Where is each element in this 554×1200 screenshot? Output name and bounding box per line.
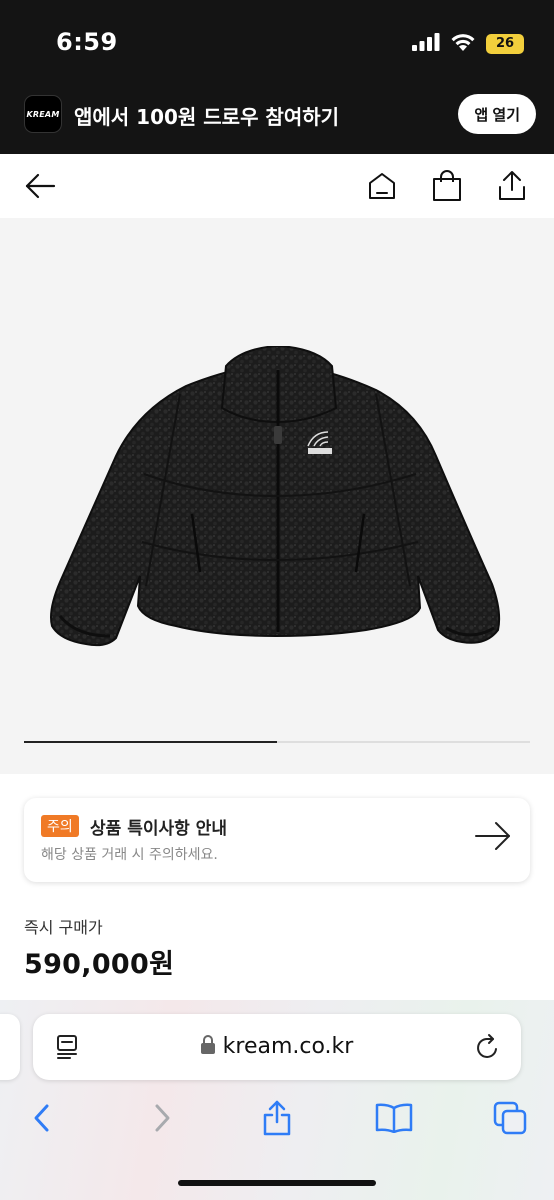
shopping-bag-icon[interactable] <box>429 168 465 204</box>
notice-title: 상품 특이사항 안내 <box>90 819 227 839</box>
carousel-indicator-fill <box>24 741 277 743</box>
back-icon[interactable] <box>20 1096 64 1140</box>
tabs-icon[interactable] <box>488 1096 532 1140</box>
status-time: 6:59 <box>56 28 118 56</box>
notice-card[interactable]: 주의 상품 특이사항 안내 해당 상품 거래 시 주의하세요. <box>24 798 530 882</box>
browser-share-icon[interactable] <box>255 1096 299 1140</box>
carousel-indicator <box>24 741 530 743</box>
open-app-button[interactable]: 앱 열기 <box>458 94 536 134</box>
bookmarks-icon[interactable] <box>372 1096 416 1140</box>
warning-badge: 주의 <box>41 815 79 837</box>
kream-logo: KREAM <box>24 95 62 133</box>
signal-icon <box>412 32 440 55</box>
back-arrow-icon[interactable] <box>22 168 58 204</box>
nav-bar <box>0 154 554 218</box>
status-icons: 26 <box>412 32 524 55</box>
product-image-carousel[interactable] <box>0 218 554 774</box>
browser-toolbar <box>0 1096 554 1140</box>
browser-bottom-bar: kream.co.kr <box>0 1000 554 1200</box>
status-bar: 6:59 26 <box>0 0 554 74</box>
notice-subtitle: 해당 상품 거래 시 주의하세요. <box>41 847 218 863</box>
logo-text: KREAM <box>26 109 60 119</box>
arrow-right-icon[interactable] <box>474 820 512 856</box>
price-value: 590,000원 <box>24 949 175 980</box>
share-icon[interactable] <box>494 168 530 204</box>
app-install-banner: KREAM 앱에서 100원 드로우 참여하기 앱 열기 <box>0 74 554 154</box>
wifi-icon <box>450 32 476 55</box>
product-image <box>50 346 501 647</box>
url-display[interactable]: kream.co.kr <box>33 1034 521 1059</box>
previous-tab-peek[interactable] <box>0 1014 20 1080</box>
url-text: kream.co.kr <box>222 1034 354 1059</box>
lock-icon <box>200 1035 215 1058</box>
reload-icon[interactable] <box>475 1033 501 1065</box>
home-indicator <box>178 1180 376 1186</box>
battery-level: 26 <box>495 36 515 51</box>
battery-icon: 26 <box>486 33 524 54</box>
address-bar[interactable]: kream.co.kr <box>33 1014 521 1080</box>
banner-text: 앱에서 100원 드로우 참여하기 <box>74 105 340 129</box>
price-label: 즉시 구매가 <box>24 918 103 937</box>
forward-icon[interactable] <box>140 1096 184 1140</box>
home-icon[interactable] <box>364 168 400 204</box>
